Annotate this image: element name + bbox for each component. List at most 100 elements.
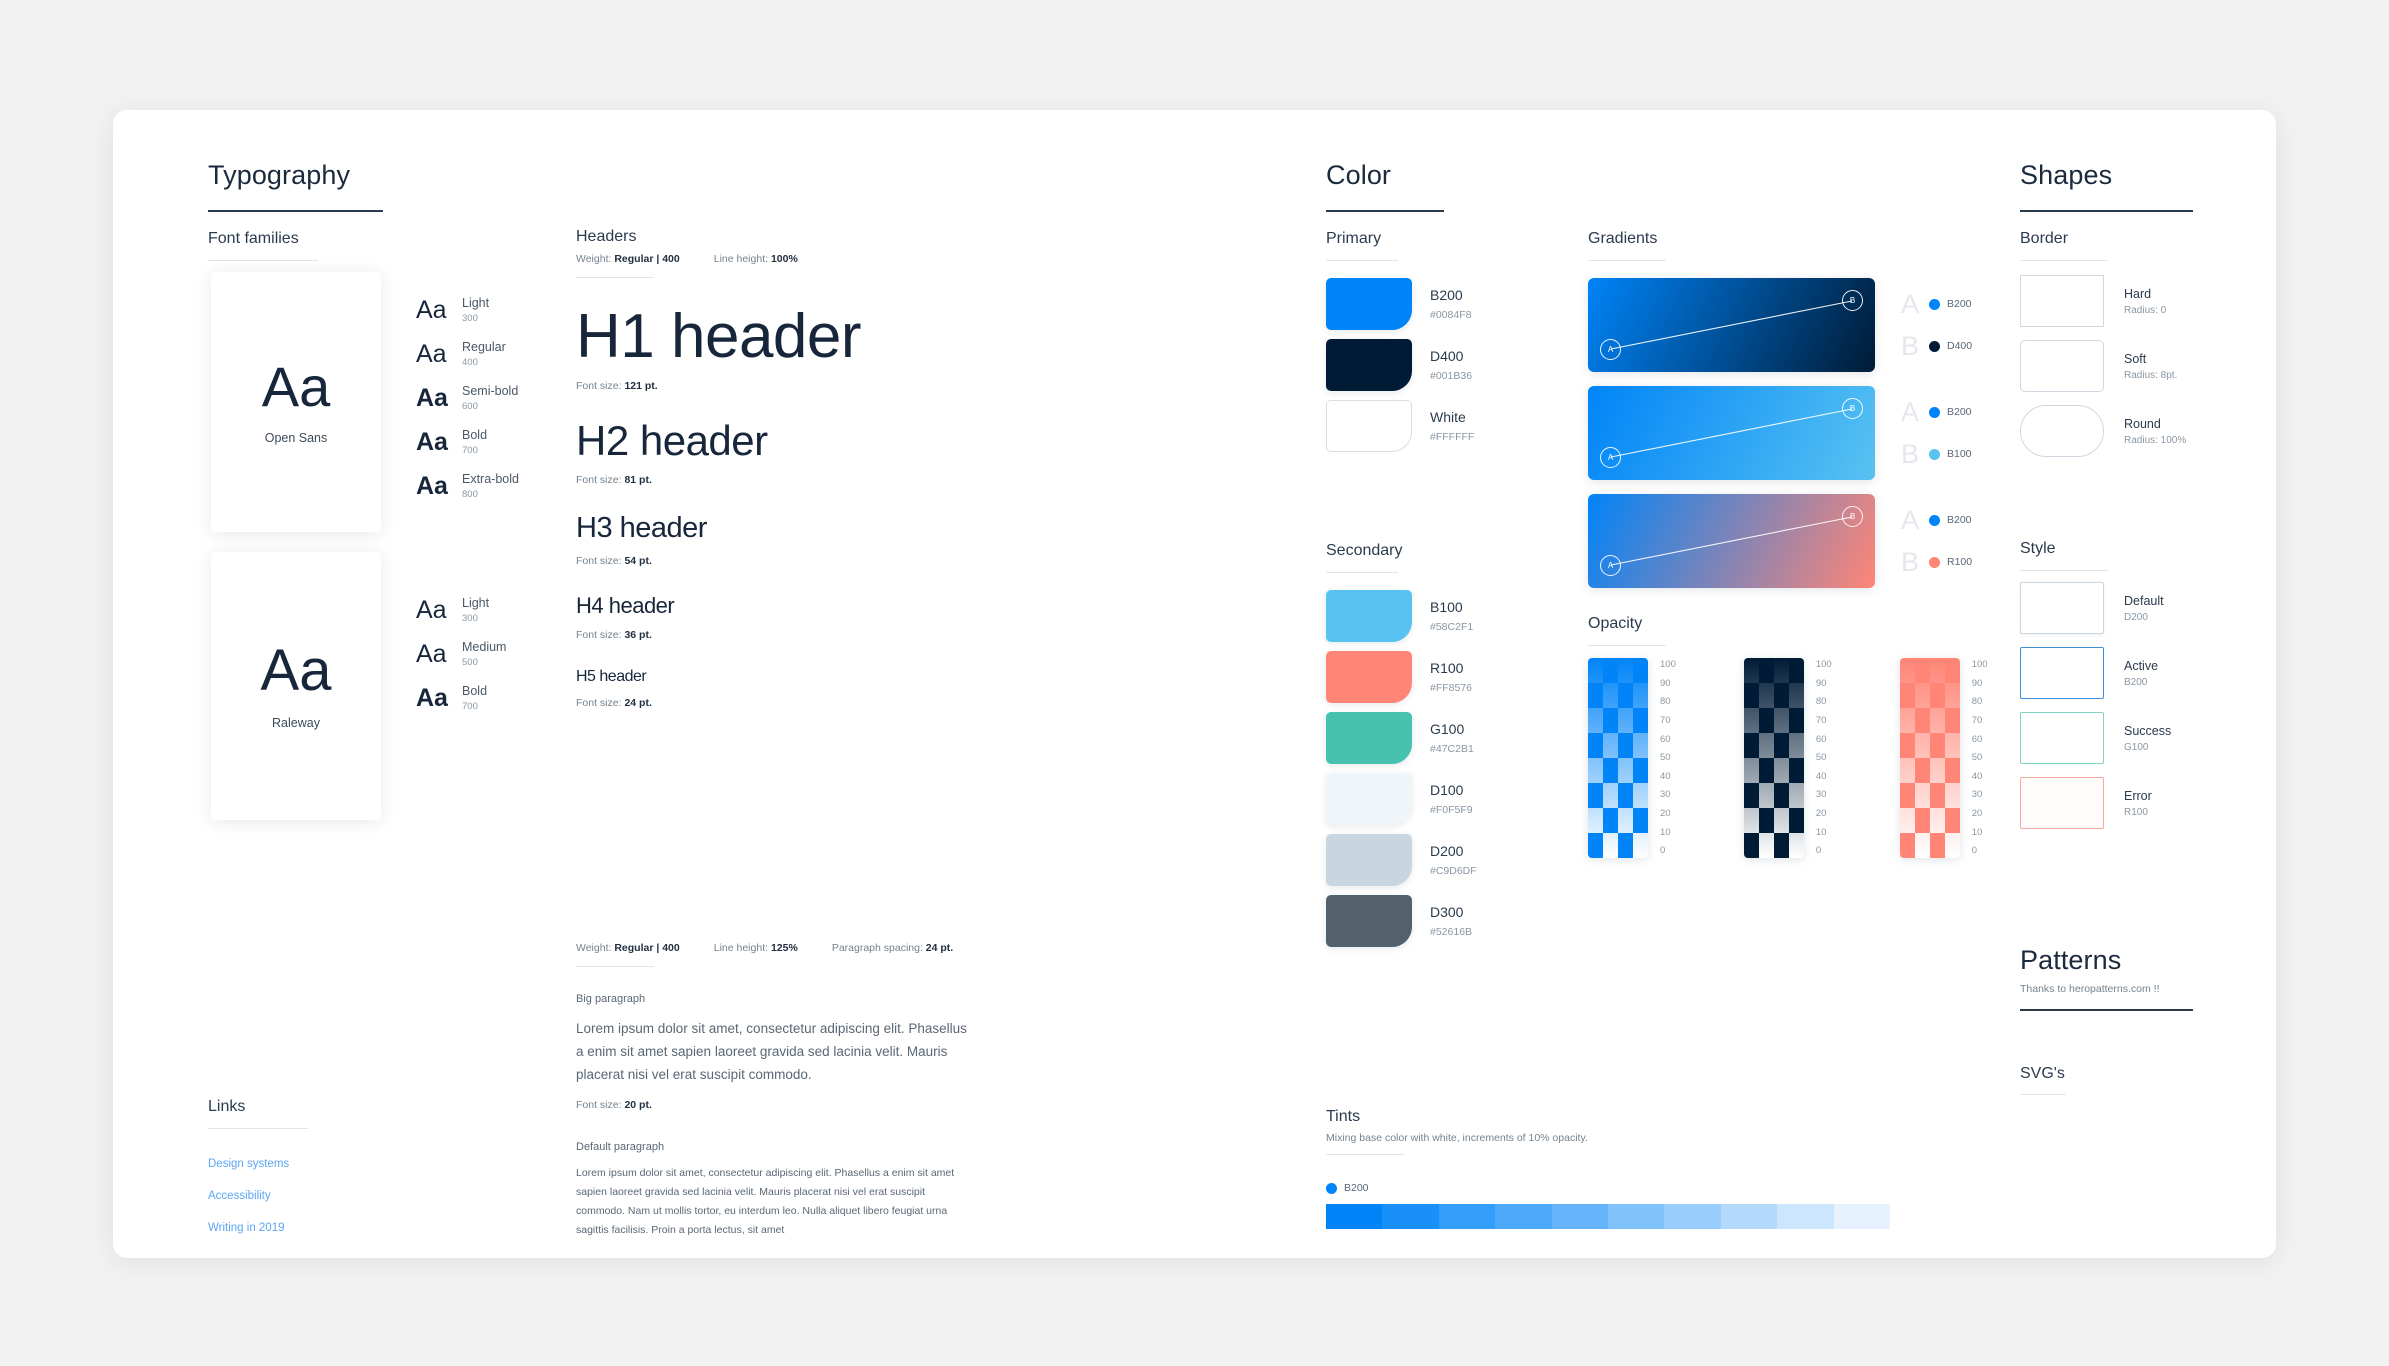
opacity-tick: 80 [1971, 696, 1983, 708]
color-swatch-row[interactable]: G100 #47C2B1 [1326, 712, 1477, 764]
gradient-handle-a[interactable]: A [1600, 447, 1621, 468]
divider [576, 277, 654, 278]
border-shape-row[interactable]: Soft Radius: 8pt. [2020, 340, 2186, 392]
color-swatch-row[interactable]: B100 #58C2F1 [1326, 590, 1477, 642]
style-shape-row[interactable]: Success G100 [2020, 712, 2171, 764]
link-item[interactable]: Design systems [208, 1158, 289, 1170]
opacity-tick: 20 [1660, 808, 1671, 820]
font-weight-number: 300 [462, 312, 478, 324]
style-shape-text: Default D200 [2124, 594, 2164, 623]
gradient-preview[interactable]: AB [1588, 386, 1875, 480]
size-label: Font size: [576, 629, 622, 641]
gradient-axis-line [1610, 300, 1853, 350]
font-weight-row: Aa Regular 400 [416, 332, 519, 376]
link-item[interactable]: Accessibility [208, 1190, 289, 1202]
gradient-stop-letter: B [1901, 438, 1920, 469]
color-swatch-chip[interactable] [1326, 400, 1412, 452]
font-weight-row: Aa Light 300 [416, 588, 506, 632]
gradient-stop-name: B100 [1947, 448, 1972, 460]
gradient-stop-name: R100 [1947, 556, 1973, 568]
opacity-tick: 60 [1660, 733, 1671, 745]
font-family-card-raleway[interactable]: Aa Raleway [211, 552, 381, 820]
tint-step[interactable] [1495, 1204, 1552, 1229]
tint-step[interactable] [1326, 1204, 1383, 1229]
color-swatch-chip[interactable] [1326, 712, 1412, 764]
opacity-tick: 80 [1660, 696, 1671, 708]
gradient-legend-row: A B200 [1901, 283, 1972, 325]
color-swatch-name: D400 [1430, 348, 1464, 365]
color-swatch-row[interactable]: D400 #001B36 [1326, 339, 1474, 391]
opacity-tick: 10 [1971, 826, 1983, 838]
color-swatch-row[interactable]: White #FFFFFF [1326, 400, 1474, 452]
color-swatch-chip[interactable] [1326, 773, 1412, 825]
color-dot-icon [1929, 298, 1940, 310]
shapes-title: Shapes [2020, 160, 2113, 190]
font-weight-number: 600 [462, 400, 478, 412]
color-swatch-chip[interactable] [1326, 278, 1412, 330]
opacity-strip[interactable] [1743, 658, 1804, 858]
font-weight-label: Medium [462, 640, 507, 655]
border-title: Border [2020, 230, 2069, 247]
color-swatch-row[interactable]: D200 #C9D6DF [1326, 834, 1477, 886]
color-swatch-row[interactable]: D100 #F0F5F9 [1326, 773, 1477, 825]
tint-step[interactable] [1608, 1204, 1665, 1229]
style-shape-row[interactable]: Error R100 [2020, 777, 2171, 829]
color-swatch-chip[interactable] [1326, 895, 1412, 947]
font-weight-number: 800 [462, 488, 478, 500]
gradient-handle-b[interactable]: B [1842, 506, 1863, 527]
border-header: Border [2020, 230, 2120, 261]
gradient-preview[interactable]: AB [1588, 494, 1875, 588]
color-swatch-name: R100 [1430, 660, 1464, 677]
border-shape-box[interactable] [2020, 340, 2104, 392]
opacity-tick: 50 [1815, 752, 1827, 764]
gradient-handle-a[interactable]: A [1600, 555, 1621, 576]
divider [2020, 1094, 2066, 1095]
style-shape-box[interactable] [2020, 647, 2104, 699]
color-swatch-row[interactable]: R100 #FF8576 [1326, 651, 1477, 703]
gradient-handle-b[interactable]: B [1842, 290, 1863, 311]
style-shape-row[interactable]: Active B200 [2020, 647, 2171, 699]
color-swatch-row[interactable]: D300 #52616B [1326, 895, 1477, 947]
line-height-value: 100% [770, 253, 798, 265]
gradient-handle-b[interactable]: B [1842, 398, 1863, 419]
tint-step[interactable] [1551, 1204, 1609, 1229]
border-shape-box[interactable] [2020, 275, 2104, 327]
font-families-title: Font families [208, 230, 299, 247]
border-shape-text: Hard Radius: 0 [2124, 287, 2166, 316]
color-swatch-chip[interactable] [1326, 339, 1412, 391]
divider [2020, 260, 2108, 261]
color-swatch-chip[interactable] [1326, 590, 1412, 642]
gradient-row: A B A B200 B B100 [1588, 386, 1972, 480]
tint-step[interactable] [1382, 1204, 1439, 1229]
opacity-tick: 90 [1971, 677, 1983, 689]
gradient-preview[interactable]: AB [1588, 278, 1875, 372]
border-shape-box[interactable] [2020, 405, 2104, 457]
style-shape-box[interactable] [2020, 582, 2104, 634]
border-shape-row[interactable]: Hard Radius: 0 [2020, 275, 2186, 327]
color-swatch-name: B200 [1430, 287, 1463, 304]
gradient-stop-name: B200 [1947, 514, 1972, 526]
link-item[interactable]: Writing in 2019 [208, 1222, 289, 1234]
divider [208, 260, 318, 261]
tint-step[interactable] [1438, 1204, 1496, 1229]
gradient-legend-row: A B200 [1901, 499, 1972, 541]
font-family-card-open-sans[interactable]: Aa Open Sans [211, 272, 381, 532]
gradient-handle-a[interactable]: A [1600, 339, 1621, 360]
style-shape-box[interactable] [2020, 712, 2104, 764]
color-swatch-chip[interactable] [1326, 834, 1412, 886]
font-weight-text: Light 300 [462, 296, 489, 323]
opacity-strip[interactable] [1899, 658, 1960, 858]
tint-step[interactable] [1833, 1204, 1891, 1229]
tint-step[interactable] [1664, 1204, 1721, 1229]
color-swatch-text: D200 #C9D6DF [1430, 843, 1477, 877]
opacity-tick: 30 [1971, 789, 1983, 801]
opacity-strip[interactable] [1588, 658, 1648, 858]
style-shape-box[interactable] [2020, 777, 2104, 829]
style-shape-row[interactable]: Default D200 [2020, 582, 2171, 634]
border-shape-row[interactable]: Round Radius: 100% [2020, 405, 2186, 457]
color-swatch-chip[interactable] [1326, 651, 1412, 703]
tint-step[interactable] [1720, 1204, 1778, 1229]
tint-step[interactable] [1777, 1204, 1834, 1229]
color-swatch-row[interactable]: B200 #0084F8 [1326, 278, 1474, 330]
color-swatch-text: D400 #001B36 [1430, 348, 1472, 382]
